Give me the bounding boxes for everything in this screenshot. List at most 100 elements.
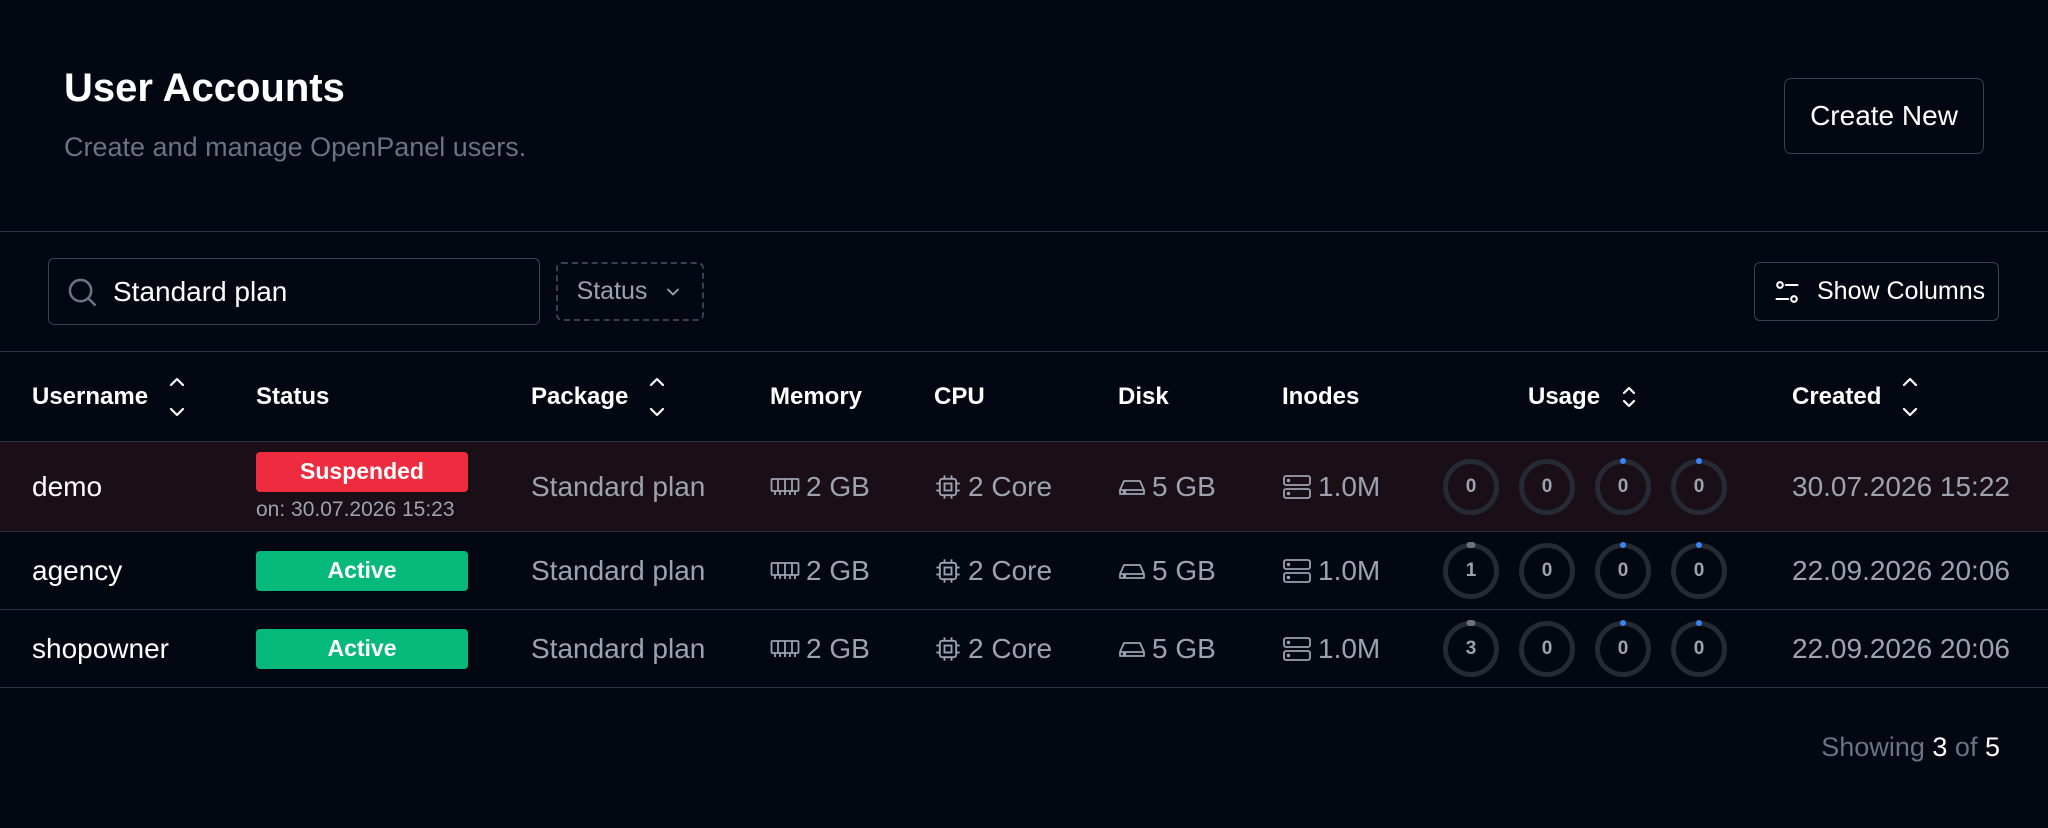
disk-value: 5 GB xyxy=(1152,554,1216,586)
usage-ring: 0 xyxy=(1671,620,1727,677)
created-cell: 22.09.2026 20:06 xyxy=(1792,554,2010,586)
disk-cell: 5 GB xyxy=(1118,442,1216,531)
search-box[interactable] xyxy=(48,258,540,325)
cpu-cell: 2 Core xyxy=(934,442,1052,531)
create-new-button[interactable]: Create New xyxy=(1784,78,1984,154)
column-label-usage: Usage xyxy=(1528,383,1601,410)
page-title: User Accounts xyxy=(64,66,345,110)
table-header: Username Status Package Memory CPU Disk … xyxy=(0,352,2048,442)
memory-cell: 2 GB xyxy=(770,442,870,531)
inodes-cell: 1.0M xyxy=(1282,610,1380,687)
usage-value: 0 xyxy=(1693,638,1705,659)
column-header-cpu: CPU xyxy=(934,352,985,442)
cpu-icon xyxy=(936,558,960,583)
server-icon xyxy=(1283,636,1311,661)
usage-value: 0 xyxy=(1617,476,1629,497)
showing-label: Showing xyxy=(1821,732,1925,762)
created-cell: 22.09.2026 20:06 xyxy=(1792,632,2010,664)
column-header-created[interactable]: Created xyxy=(1792,352,1919,442)
cpu-value: 2 Core xyxy=(968,632,1053,664)
hard-drive-icon xyxy=(1119,641,1145,657)
status-cell: Suspended on: 30.07.2026 15:23 xyxy=(256,442,468,531)
status-filter-label: Status xyxy=(576,277,648,305)
table-row[interactable]: demo Suspended on: 30.07.2026 15:23 Stan… xyxy=(0,442,2048,532)
username-cell: demo xyxy=(32,470,103,502)
status-cell: Active xyxy=(256,532,468,609)
memory-value: 2 GB xyxy=(806,632,870,664)
created-cell: 30.07.2026 15:22 xyxy=(1792,470,2010,502)
memory-icon xyxy=(770,561,800,579)
status-cell: Active xyxy=(256,610,468,687)
memory-value: 2 GB xyxy=(806,554,870,586)
usage-value: 1 xyxy=(1465,560,1477,581)
shown-count: 3 xyxy=(1932,732,1948,762)
table-row[interactable]: shopowner Active Standard plan 2 GB 2 Co… xyxy=(0,610,2048,688)
disk-value: 5 GB xyxy=(1152,632,1216,664)
usage-ring: 0 xyxy=(1671,458,1727,515)
usage-ring: 0 xyxy=(1443,459,1499,515)
column-header-username[interactable]: Username xyxy=(32,352,186,442)
memory-cell: 2 GB xyxy=(770,532,870,609)
memory-cell: 2 GB xyxy=(770,610,870,687)
column-label-username: Username xyxy=(32,383,149,410)
usage-progress-marker xyxy=(1620,620,1626,626)
usage-value: 0 xyxy=(1693,560,1705,581)
sort-icon[interactable] xyxy=(648,374,666,420)
cpu-cell: 2 Core xyxy=(934,610,1052,687)
status-badge: Active xyxy=(256,550,468,591)
cpu-icon xyxy=(936,636,960,661)
column-header-package[interactable]: Package xyxy=(531,352,666,442)
package-cell: Standard plan xyxy=(531,632,706,664)
disk-value: 5 GB xyxy=(1152,470,1216,502)
inodes-value: 1.0M xyxy=(1318,632,1381,664)
username-cell: shopowner xyxy=(32,632,169,664)
of-label: of xyxy=(1954,732,1978,762)
cpu-icon xyxy=(936,474,960,499)
show-columns-label: Show Columns xyxy=(1817,277,1986,305)
column-header-memory: Memory xyxy=(770,352,862,442)
status-filter-button[interactable]: Status xyxy=(556,262,704,321)
usage-progress-marker xyxy=(1466,542,1476,548)
disk-cell: 5 GB xyxy=(1118,610,1216,687)
cpu-value: 2 Core xyxy=(968,470,1053,502)
inodes-cell: 1.0M xyxy=(1282,442,1380,531)
usage-value: 0 xyxy=(1693,476,1705,497)
sort-icon[interactable] xyxy=(1901,374,1919,420)
memory-icon xyxy=(770,639,800,657)
page-header: User Accounts Create and manage OpenPane… xyxy=(0,0,2048,232)
usage-value: 3 xyxy=(1465,638,1477,659)
memory-icon xyxy=(770,477,800,495)
column-header-status: Status xyxy=(256,352,329,442)
total-count: 5 xyxy=(1984,732,2000,762)
usage-ring: 0 xyxy=(1595,620,1651,677)
inodes-cell: 1.0M xyxy=(1282,532,1380,609)
search-icon xyxy=(68,278,97,306)
column-label-cpu: CPU xyxy=(934,383,985,410)
suspended-date: on: 30.07.2026 15:23 xyxy=(256,497,455,521)
usage-progress-marker xyxy=(1696,542,1702,548)
search-input[interactable] xyxy=(113,275,513,308)
column-header-usage[interactable]: Usage xyxy=(1528,352,1638,442)
table-row[interactable]: agency Active Standard plan 2 GB 2 Core … xyxy=(0,532,2048,610)
usage-ring: 0 xyxy=(1519,459,1575,515)
usage-ring: 0 xyxy=(1671,542,1727,599)
package-cell: Standard plan xyxy=(531,470,706,502)
usage-value: 0 xyxy=(1617,638,1629,659)
sort-icon[interactable] xyxy=(168,374,186,420)
memory-value: 2 GB xyxy=(806,470,870,502)
column-label-package: Package xyxy=(531,383,629,410)
usage-value: 0 xyxy=(1465,476,1477,497)
usage-progress-marker xyxy=(1696,458,1702,464)
show-columns-button[interactable]: Show Columns xyxy=(1754,262,1999,321)
usage-value: 0 xyxy=(1617,560,1629,581)
usage-progress-marker xyxy=(1620,542,1626,548)
usage-ring: 0 xyxy=(1519,543,1575,599)
sort-icon[interactable] xyxy=(1620,384,1638,410)
usage-ring: 3 xyxy=(1443,620,1499,677)
column-header-inodes: Inodes xyxy=(1282,352,1359,442)
usage-value: 0 xyxy=(1541,560,1553,581)
sliders-icon xyxy=(1775,280,1799,303)
column-label-status: Status xyxy=(256,383,330,410)
status-badge: Suspended xyxy=(256,451,468,492)
usage-value: 0 xyxy=(1541,638,1553,659)
